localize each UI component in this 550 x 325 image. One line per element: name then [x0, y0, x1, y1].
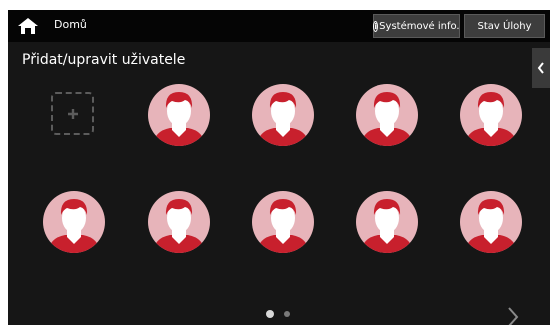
user-slot[interactable] [352, 80, 422, 150]
side-panel-toggle[interactable] [532, 48, 550, 88]
job-status-button[interactable]: Stav Úlohy [464, 14, 545, 38]
user-avatar-icon [43, 191, 105, 253]
page-indicator [266, 310, 290, 318]
system-info-button[interactable]: i Systémové info. [373, 14, 460, 38]
user-slot[interactable] [248, 187, 318, 257]
user-avatar-icon [356, 84, 418, 146]
user-slot[interactable] [352, 187, 422, 257]
plus-icon [67, 108, 78, 119]
chevron-left-icon [537, 62, 544, 74]
user-avatar-icon [356, 191, 418, 253]
top-bar: Domů i Systémové info. Stav Úlohy [8, 10, 550, 42]
user-slot[interactable] [456, 187, 526, 257]
user-avatar-icon [460, 191, 522, 253]
job-status-label: Stav Úlohy [477, 20, 532, 32]
user-avatar-icon [148, 84, 210, 146]
user-slot[interactable] [248, 80, 318, 150]
user-avatar-icon [148, 191, 210, 253]
screen: Domů i Systémové info. Stav Úlohy Přidat… [8, 10, 550, 325]
user-avatar-icon [252, 191, 314, 253]
home-label[interactable]: Domů [54, 18, 87, 31]
chevron-right-icon [508, 307, 519, 325]
add-user-button[interactable] [51, 92, 94, 135]
user-avatar-icon [460, 84, 522, 146]
home-icon [18, 18, 38, 34]
user-slot[interactable] [39, 187, 109, 257]
page-dot-inactive [284, 311, 290, 317]
info-icon: i [373, 20, 379, 32]
user-slot[interactable] [144, 187, 214, 257]
home-button[interactable] [14, 15, 42, 37]
next-page-button[interactable] [504, 305, 522, 325]
user-slot[interactable] [144, 80, 214, 150]
system-info-label: Systémové info. [379, 20, 460, 32]
user-slot[interactable] [456, 80, 526, 150]
page-dot-active [266, 310, 274, 318]
page-title: Přidat/upravit uživatele [22, 52, 186, 68]
user-avatar-icon [252, 84, 314, 146]
